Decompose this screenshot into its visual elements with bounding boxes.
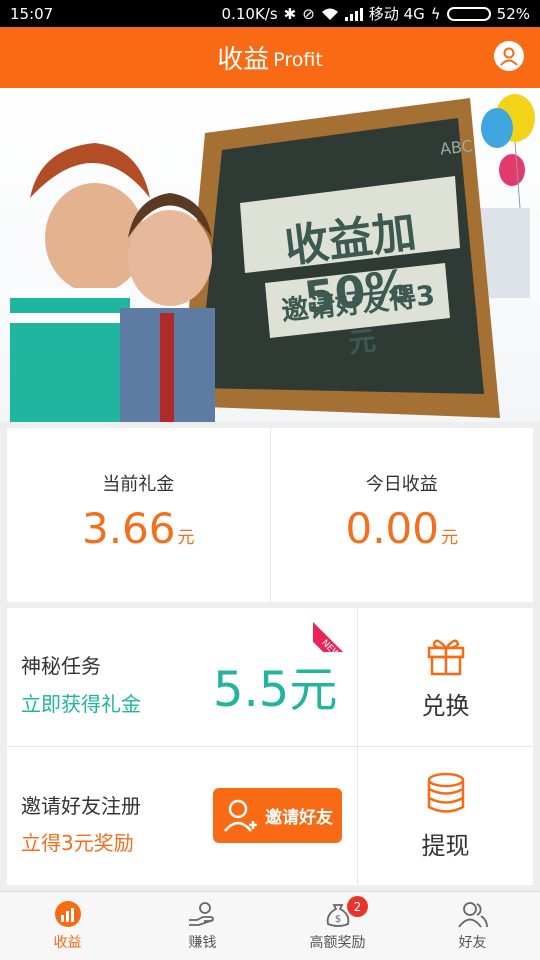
mystery-task-card[interactable]: 神秘任务 立即获得礼金 5.5元 NEW — [7, 608, 357, 746]
kid-left-body — [10, 288, 130, 422]
invite-button-label: 邀请好友 — [265, 808, 333, 828]
page-title: 收益 — [217, 45, 270, 75]
promo-banner[interactable]: 收益加50% 邀请好友得3元 ABC — [0, 88, 540, 422]
friends-icon — [457, 902, 488, 928]
profit-chart-icon — [54, 901, 81, 927]
nav-label-earn: 赚钱 — [188, 935, 217, 951]
kid-left-head — [45, 183, 145, 293]
balloon-blue — [481, 108, 513, 148]
task-grid: 神秘任务 立即获得礼金 5.5元 NEW 邀请好友注册 立得3元奖励 邀请好友 … — [7, 608, 533, 885]
new-ribbon: NEW — [313, 608, 357, 652]
nav-item-friends[interactable]: 好友 — [405, 892, 540, 960]
battery-percent: 52% — [496, 4, 530, 23]
coins-stack-icon — [427, 772, 464, 813]
nav-label-rewards: 高额奖励 — [309, 935, 366, 951]
kid-right-head — [128, 210, 212, 306]
carrier: 移动 4G — [368, 5, 425, 23]
invite-friends-button[interactable]: 邀请好友 — [213, 788, 342, 843]
nav-label-profit: 收益 — [53, 935, 82, 951]
bottom-nav: 收益 赚钱 $ 2 高额奖励 好友 — [0, 891, 540, 960]
nav-item-rewards[interactable]: $ 2 高额奖励 — [270, 892, 405, 960]
board-text: ABC — [439, 136, 474, 159]
current-gift-stat[interactable]: 当前礼金 3.66 元 — [7, 428, 270, 602]
status-time: 15:07 — [10, 4, 54, 23]
nav-label-friends: 好友 — [458, 935, 487, 951]
withdraw-card[interactable]: 提现 — [358, 747, 533, 885]
current-gift-unit: 元 — [177, 527, 195, 548]
current-gift-value: 3.66 — [81, 503, 176, 553]
today-income-label: 今日收益 — [365, 473, 438, 495]
mystery-task-title: 神秘任务 — [21, 654, 101, 678]
bluetooth-icon: ✱ — [283, 4, 297, 23]
page-title-en: Profit — [273, 48, 323, 71]
current-gift-value-row: 3.66 元 — [82, 504, 195, 553]
mystery-task-amount: 5.5元 — [213, 662, 338, 718]
hand-coin-icon — [188, 902, 214, 926]
add-user-icon — [224, 799, 257, 832]
exchange-label: 兑换 — [421, 691, 470, 720]
today-income-stat[interactable]: 今日收益 0.00 元 — [269, 428, 534, 602]
today-income-unit: 元 — [441, 527, 458, 548]
mute-icon: ⊘ — [302, 4, 315, 23]
new-ribbon-label: NEW — [313, 616, 357, 652]
today-income-value-row: 0.00 元 — [345, 504, 458, 553]
rewards-badge: 2 — [347, 896, 368, 917]
battery-icon — [446, 6, 491, 21]
exchange-card[interactable]: 兑换 — [358, 608, 533, 746]
status-bar: 15:07 0.10K/s ✱ ⊘ 移动 4G ϟ 52% — [0, 0, 540, 27]
mystery-task-subtitle: 立即获得礼金 — [21, 692, 141, 716]
current-gift-label: 当前礼金 — [102, 473, 175, 495]
invite-task-subtitle: 立得3元奖励 — [21, 831, 134, 855]
user-avatar-icon[interactable] — [494, 41, 524, 71]
withdraw-label: 提现 — [421, 831, 470, 860]
balance-stats: 当前礼金 3.66 元 今日收益 0.00 元 — [7, 428, 533, 602]
app-header: 收益 Profit — [0, 27, 540, 88]
invite-task-title: 邀请好友注册 — [21, 794, 141, 818]
svg-text:$: $ — [334, 914, 340, 925]
wifi-icon — [321, 8, 338, 20]
charging-icon: ϟ — [430, 4, 441, 23]
status-right: 0.10K/s ✱ ⊘ 移动 4G ϟ 52% — [222, 3, 530, 24]
nav-item-profit[interactable]: 收益 — [0, 892, 135, 960]
gift-icon — [427, 639, 464, 675]
today-income-value: 0.00 — [345, 503, 439, 553]
network-speed: 0.10K/s — [221, 4, 278, 23]
nav-item-earn[interactable]: 赚钱 — [135, 892, 270, 960]
signal-icon — [344, 7, 363, 21]
balloon-pink — [499, 154, 525, 186]
